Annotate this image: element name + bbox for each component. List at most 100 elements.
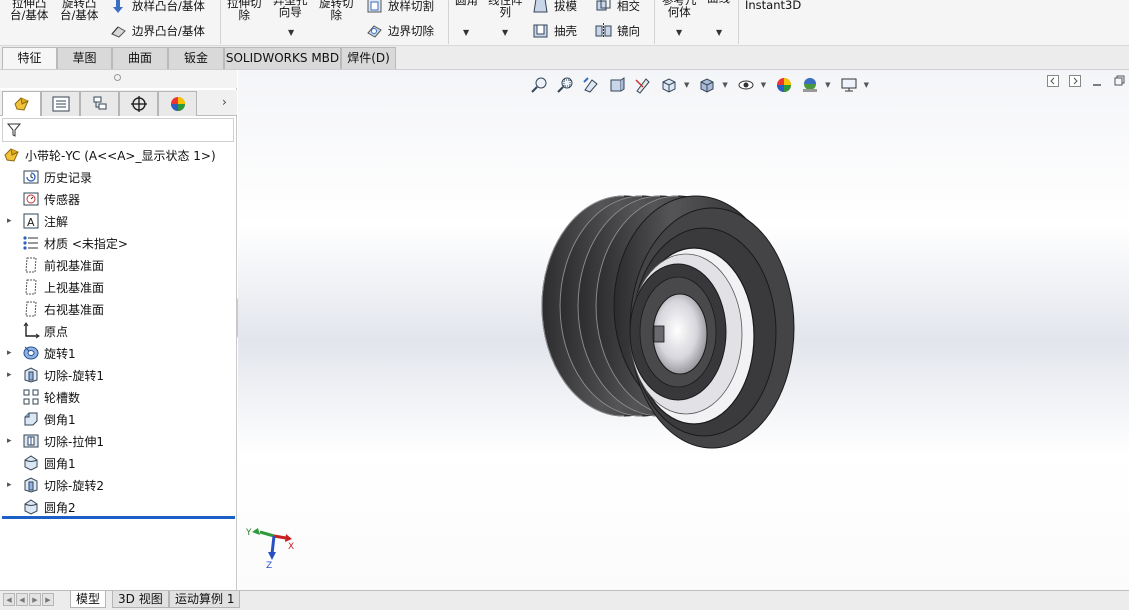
tree-item-label: 旋转1 xyxy=(44,346,76,361)
tab-weldments[interactable]: 焊件(D) xyxy=(341,47,396,69)
tree-item[interactable]: 倒角1 xyxy=(22,408,76,430)
shell-button[interactable]: 抽壳 xyxy=(532,22,577,39)
tree-item[interactable]: ▸ A 注解 xyxy=(7,210,68,232)
linear-pattern-dropdown-icon[interactable]: ▼ xyxy=(502,28,508,37)
tree-item[interactable]: 圆角2 xyxy=(22,496,76,518)
tree-item[interactable]: ▸ 切除-拉伸1 xyxy=(7,430,104,452)
reference-triad-icon: Y X Z xyxy=(245,528,294,571)
tree-item[interactable]: 原点 xyxy=(22,320,68,342)
plane-icon xyxy=(22,300,40,318)
revolve-boss-button[interactable]: 旋转凸 台/基体 xyxy=(60,0,98,21)
hole-wizard-button[interactable]: 异型孔 向导 xyxy=(273,0,308,18)
shell-label: 抽壳 xyxy=(554,23,577,38)
tree-item[interactable]: 右视基准面 xyxy=(22,298,104,320)
tree-item-label: 历史记录 xyxy=(44,170,93,185)
reference-geometry-dropdown-icon[interactable]: ▼ xyxy=(676,28,682,37)
annotation-icon: A xyxy=(22,212,40,230)
tree-item[interactable]: ▸ 切除-旋转1 xyxy=(7,364,104,386)
cut-revolve-icon xyxy=(22,476,40,494)
plane-icon xyxy=(22,256,40,274)
tab-solidworks-mbd[interactable]: SOLIDWORKS MBD xyxy=(224,47,341,69)
rollback-bar[interactable] xyxy=(2,516,235,519)
tree-item-label: 右视基准面 xyxy=(44,302,105,317)
tree-item[interactable]: 轮槽数 xyxy=(22,386,80,408)
revolve-cut-button[interactable]: 旋转切 除 xyxy=(319,0,354,21)
dimxpert-manager-tab[interactable] xyxy=(119,91,158,116)
boundary-boss-icon xyxy=(111,26,126,38)
tree-item-label: 轮槽数 xyxy=(44,390,81,405)
boundary-boss-button[interactable]: 边界凸台/基体 xyxy=(110,22,205,39)
tree-root-part[interactable]: 小带轮-YC (A<<A>_显示状态 1>) xyxy=(3,144,216,166)
hole-wizard-dropdown-icon[interactable]: ▼ xyxy=(288,28,294,37)
part-icon xyxy=(3,146,21,164)
tab-motion-study[interactable]: 运动算例 1 xyxy=(169,591,241,608)
feature-manager-tab[interactable] xyxy=(2,91,41,116)
boundary-boss-label: 边界凸台/基体 xyxy=(132,23,205,38)
bottom-tab-bar: ◀ ◀ ▶ ▶ 模型 3D 视图 运动算例 1 xyxy=(0,590,1129,610)
expand-arrow-icon[interactable]: ▸ xyxy=(7,216,12,226)
tree-item[interactable]: 传感器 xyxy=(22,188,80,210)
extrude-cut-button[interactable]: 拉伸切 除 xyxy=(227,0,262,21)
loft-boss-button[interactable]: 放样凸台/基体 xyxy=(110,0,205,14)
intersect-label: 相交 xyxy=(617,0,640,13)
tree-item-label: 上视基准面 xyxy=(44,280,105,295)
property-list-icon xyxy=(52,96,69,112)
tree-item[interactable]: 上视基准面 xyxy=(22,276,104,298)
draft-button[interactable]: 拔模 xyxy=(532,0,577,14)
reference-geometry-button[interactable]: 参考几 何体 xyxy=(662,0,697,18)
tab-model[interactable]: 模型 xyxy=(70,591,107,608)
expand-arrow-icon[interactable]: ▸ xyxy=(7,436,12,446)
boundary-cut-label: 边界切除 xyxy=(388,23,434,38)
linear-pattern-button[interactable]: 线性阵 列 xyxy=(488,0,523,18)
configuration-manager-tab[interactable] xyxy=(80,91,119,116)
tree-item[interactable]: ▸ 旋转1 xyxy=(7,342,76,364)
display-manager-tab[interactable] xyxy=(158,91,197,116)
revolve-icon xyxy=(22,344,40,362)
sensor-icon xyxy=(22,190,40,208)
graphics-area[interactable]: ▼ ▼ ▼ ▼ ▼ Y X Z xyxy=(238,70,1129,590)
tab-sheet-metal[interactable]: 钣金 xyxy=(168,47,224,69)
expand-arrow-icon[interactable]: ▸ xyxy=(7,480,12,490)
tree-item-label: 传感器 xyxy=(44,192,81,207)
boundary-cut-button[interactable]: 边界切除 xyxy=(366,22,434,39)
mirror-button[interactable]: 镜向 xyxy=(595,22,640,39)
tree-item[interactable]: 前视基准面 xyxy=(22,254,104,276)
extrude-boss-button[interactable]: 拉伸凸 台/基体 xyxy=(10,0,48,21)
tree-item[interactable]: 圆角1 xyxy=(22,452,76,474)
tree-item[interactable]: 材质 <未指定> xyxy=(22,232,128,254)
last-tab-arrow-icon[interactable]: ▶ xyxy=(42,593,54,606)
tab-3d-views[interactable]: 3D 视图 xyxy=(112,591,169,608)
pulley-model[interactable] xyxy=(238,70,1129,590)
panel-grip[interactable] xyxy=(0,70,237,88)
boundary-cut-icon xyxy=(367,25,382,38)
tree-item[interactable]: ▸ 切除-旋转2 xyxy=(7,474,104,496)
curves-dropdown-icon[interactable]: ▼ xyxy=(716,28,722,37)
svg-text:A: A xyxy=(27,216,35,229)
next-tab-arrow-icon[interactable]: ▶ xyxy=(29,593,41,606)
tab-sketch[interactable]: 草图 xyxy=(57,47,112,69)
tree-root-label: 小带轮-YC (A<<A>_显示状态 1>) xyxy=(25,148,216,163)
loft-cut-button[interactable]: 放样切割 xyxy=(366,0,434,14)
first-tab-arrow-icon[interactable]: ◀ xyxy=(3,593,15,606)
loft-boss-label: 放样凸台/基体 xyxy=(132,0,205,13)
fillet-button[interactable]: 圆角 xyxy=(455,0,478,6)
command-manager-tabs: 特征 草图 曲面 钣金 SOLIDWORKS MBD 焊件(D) xyxy=(0,46,1129,70)
expand-arrow-icon[interactable]: ▸ xyxy=(7,370,12,380)
chevron-right-icon[interactable]: › xyxy=(222,95,227,109)
tab-surfaces[interactable]: 曲面 xyxy=(112,47,168,69)
tab-features[interactable]: 特征 xyxy=(2,47,57,69)
tree-filter-field[interactable] xyxy=(2,118,234,142)
manager-tabs: › xyxy=(0,90,237,116)
previous-tab-arrow-icon[interactable]: ◀ xyxy=(16,593,28,606)
triad-z-label: Z xyxy=(266,561,272,571)
property-manager-tab[interactable] xyxy=(41,91,80,116)
curves-button[interactable]: 曲线 xyxy=(707,0,730,4)
tree-item[interactable]: 历史记录 xyxy=(22,166,92,188)
instant3d-button[interactable]: Instant3D xyxy=(745,0,801,11)
draft-label: 拔模 xyxy=(554,0,577,13)
intersect-button[interactable]: 相交 xyxy=(595,0,640,14)
shell-icon xyxy=(533,24,548,38)
expand-arrow-icon[interactable]: ▸ xyxy=(7,348,12,358)
fillet-dropdown-icon[interactable]: ▼ xyxy=(463,28,469,37)
tree-item-label: 前视基准面 xyxy=(44,258,105,273)
